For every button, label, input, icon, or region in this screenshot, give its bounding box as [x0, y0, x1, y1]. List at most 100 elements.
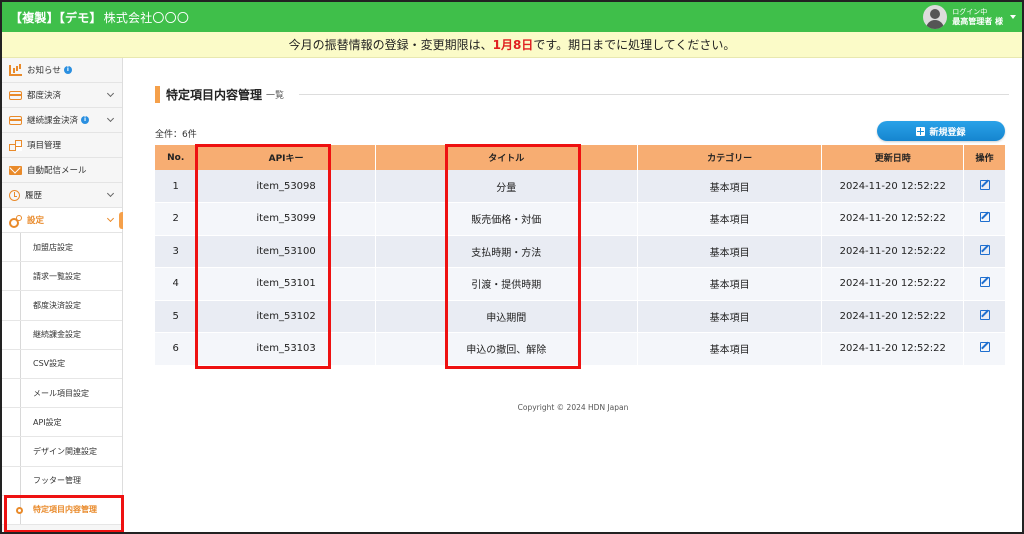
column-header-updated: 更新日時	[821, 145, 964, 170]
new-registration-label: 新規登録	[929, 127, 966, 138]
sub-item-one-time-settings[interactable]: 都度決済設定	[2, 291, 122, 321]
cell-actions	[963, 300, 1006, 333]
sidebar-item-news[interactable]: お知らせ i	[2, 58, 122, 83]
table-header-row: No. APIキー タイトル カテゴリー 更新日時 操作	[155, 145, 1006, 170]
sub-item-billing-list-settings[interactable]: 請求一覧設定	[2, 262, 122, 292]
page-heading: 特定項目内容管理 一覧	[155, 86, 284, 103]
user-menu[interactable]: ログイン中 最高管理者 様	[923, 4, 1016, 30]
sub-item-label: メール項目設定	[33, 388, 89, 398]
cell-api-key: item_53101	[196, 267, 376, 301]
cell-category: 基本項目	[637, 170, 823, 203]
main-content: 特定項目内容管理 一覧 全件：6件 新規登録 No. APIキー タイトル カテ…	[124, 58, 1022, 532]
sub-item-design-settings[interactable]: デザイン関連設定	[2, 437, 122, 467]
sidebar-item-label: 設定	[27, 216, 45, 226]
sub-item-mail-item-settings[interactable]: メール項目設定	[2, 378, 122, 409]
table-row: 3 item_53100 支払時期・方法 基本項目 2024-11-20 12:…	[155, 235, 1006, 268]
cell-no: 1	[155, 170, 198, 203]
column-header-category: カテゴリー	[637, 145, 823, 170]
copyright: Copyright © 2024 HDN Japan	[517, 403, 629, 412]
sub-item-label: CSV設定	[33, 359, 66, 369]
cell-api-key: item_53103	[196, 332, 376, 366]
page-title: 特定項目内容管理	[166, 88, 263, 102]
login-status: ログイン中	[952, 8, 988, 16]
sidebar-item-history[interactable]: 履歴	[2, 183, 122, 208]
user-info: ログイン中 最高管理者 様	[952, 7, 1003, 27]
notice-deadline: 1月8日	[492, 38, 534, 52]
cell-no: 5	[155, 300, 198, 333]
sub-item-merchant-settings[interactable]: 加盟店設定	[2, 233, 122, 263]
cell-updated: 2024-11-20 12:52:22	[821, 267, 964, 301]
chevron-down-icon	[106, 189, 115, 198]
cell-no: 6	[155, 332, 198, 366]
cell-no: 4	[155, 267, 198, 301]
column-header-api-key: APIキー	[196, 145, 376, 170]
column-header-title: タイトル	[375, 145, 638, 170]
table-row: 5 item_53102 申込期間 基本項目 2024-11-20 12:52:…	[155, 300, 1006, 333]
brand-tag-copy: 【複製】	[10, 10, 59, 25]
caret-down-icon[interactable]	[1010, 15, 1016, 19]
column-header-no: No.	[155, 145, 198, 170]
edit-icon[interactable]	[979, 309, 990, 320]
chart-icon	[9, 64, 22, 76]
cell-title: 販売価格・対価	[375, 202, 638, 236]
record-count: 全件：6件	[155, 130, 197, 140]
company-name: 株式会社〇〇〇	[103, 10, 190, 25]
sidebar-item-item-management[interactable]: 項目管理	[2, 133, 122, 158]
edit-icon[interactable]	[979, 212, 990, 223]
cell-api-key: item_53098	[196, 170, 376, 203]
sub-item-label: デザイン関連設定	[33, 446, 97, 456]
cell-actions	[963, 267, 1006, 301]
sub-item-csv-settings[interactable]: CSV設定	[2, 349, 122, 379]
cell-api-key: item_53102	[196, 300, 376, 333]
cell-actions	[963, 202, 1006, 236]
sidebar-item-label: 履歴	[25, 191, 43, 201]
info-icon: i	[81, 116, 90, 124]
table-row: 6 item_53103 申込の撤回、解除 基本項目 2024-11-20 12…	[155, 332, 1006, 366]
sub-item-specific-item-content[interactable]: 特定項目内容管理	[2, 495, 122, 525]
history-icon	[9, 189, 20, 201]
cell-category: 基本項目	[637, 332, 823, 366]
cell-no: 2	[155, 202, 198, 236]
cell-actions	[963, 235, 1006, 268]
cell-title: 引渡・提供時期	[375, 267, 638, 301]
sub-item-api-settings[interactable]: API設定	[2, 408, 122, 438]
notice-suffix: です。期日までに処理してください。	[533, 38, 736, 52]
cell-updated: 2024-11-20 12:52:22	[821, 235, 964, 268]
sub-item-label: API設定	[33, 417, 62, 427]
chevron-down-icon	[106, 114, 115, 123]
cell-category: 基本項目	[637, 202, 823, 236]
info-icon: i	[63, 66, 72, 74]
sidebar-item-label: 項目管理	[27, 141, 62, 151]
sidebar-item-recurring-payment[interactable]: 継続課金決済 i	[2, 108, 122, 133]
sub-item-recurring-settings[interactable]: 継続課金設定	[2, 320, 122, 350]
sidebar-item-one-time-payment[interactable]: 都度決済	[2, 83, 122, 108]
top-header: 【複製】【デモ】 株式会社〇〇〇 ログイン中 最高管理者 様	[2, 2, 1022, 32]
chevron-down-icon	[106, 214, 115, 223]
gear-icon	[16, 506, 23, 514]
edit-icon[interactable]	[979, 244, 990, 255]
new-registration-button[interactable]: 新規登録	[877, 121, 1005, 141]
sub-item-label: フッター管理	[33, 476, 81, 486]
edit-icon[interactable]	[979, 342, 990, 353]
cell-api-key: item_53100	[196, 235, 376, 268]
card-icon	[9, 115, 22, 125]
table-row: 4 item_53101 引渡・提供時期 基本項目 2024-11-20 12:…	[155, 267, 1006, 301]
plus-icon	[916, 126, 926, 136]
sub-item-footer-management[interactable]: フッター管理	[2, 466, 122, 496]
cell-title: 申込期間	[375, 300, 638, 333]
edit-icon[interactable]	[979, 277, 990, 288]
sidebar-item-settings[interactable]: 設定	[2, 208, 123, 233]
sidebar: お知らせ i 都度決済 継続課金決済 i 項目管理 自動配信メール 履歴 設定 …	[2, 58, 123, 532]
edit-icon[interactable]	[979, 179, 990, 190]
cell-actions	[963, 170, 1006, 203]
cell-updated: 2024-11-20 12:52:22	[821, 202, 964, 236]
sidebar-item-label: 継続課金決済	[27, 116, 79, 126]
sidebar-item-label: 都度決済	[27, 91, 62, 101]
sidebar-item-auto-mail[interactable]: 自動配信メール	[2, 158, 122, 183]
column-header-actions: 操作	[963, 145, 1006, 170]
cell-title: 分量	[375, 170, 638, 203]
cubes-icon	[9, 139, 22, 151]
app-window: 【複製】【デモ】 株式会社〇〇〇 ログイン中 最高管理者 様 今月の振替情報の登録…	[0, 0, 1024, 534]
cell-title: 支払時期・方法	[375, 235, 638, 268]
brand: 【複製】【デモ】 株式会社〇〇〇	[10, 9, 189, 26]
